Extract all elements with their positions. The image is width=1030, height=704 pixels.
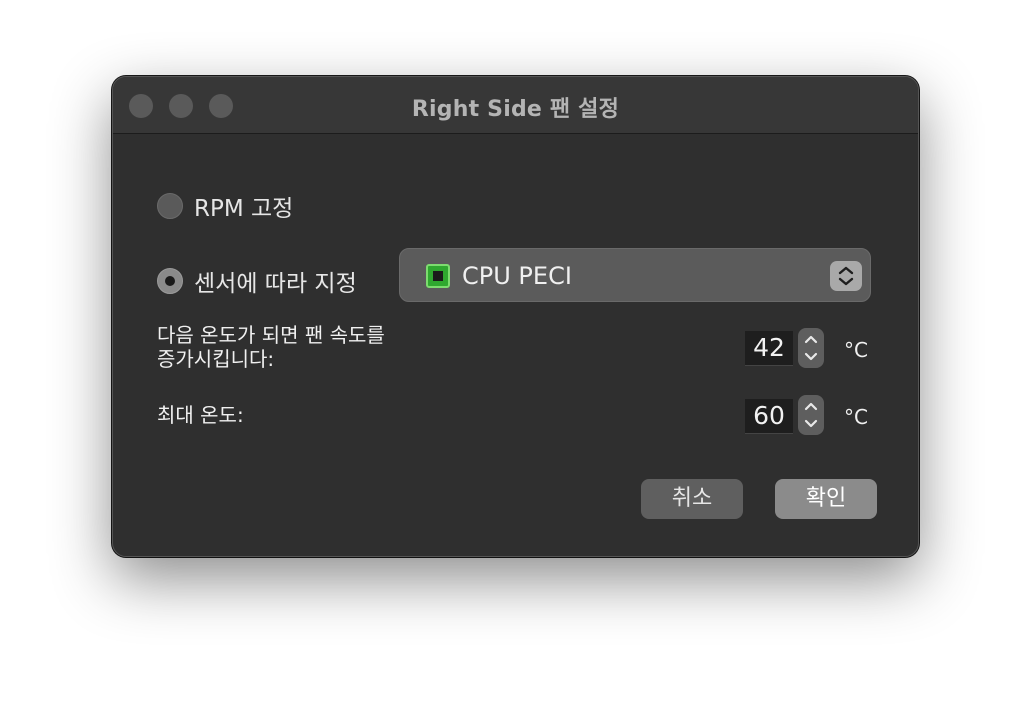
max-temp-stepper[interactable] xyxy=(798,395,824,435)
fan-settings-dialog: Right Side 팬 설정 RPM 고정 센서에 따라 지정 CPU PEC… xyxy=(112,76,919,557)
max-temp-field[interactable]: 60 xyxy=(745,399,793,434)
sensor-select[interactable]: CPU PECI xyxy=(399,248,871,302)
cancel-button[interactable]: 취소 xyxy=(641,479,743,519)
min-temp-label: 다음 온도가 되면 팬 속도를 증가시킵니다: xyxy=(157,323,385,371)
ok-button[interactable]: 확인 xyxy=(775,479,877,519)
fixed-rpm-radio[interactable] xyxy=(157,193,183,219)
cpu-chip-icon xyxy=(426,264,450,288)
radio-selected-dot xyxy=(165,276,175,286)
chevron-updown-icon[interactable] xyxy=(830,261,862,291)
min-temp-stepper[interactable] xyxy=(798,328,824,368)
max-temp-unit: °C xyxy=(844,405,868,429)
sensor-radio[interactable] xyxy=(157,268,183,294)
window-title: Right Side 팬 설정 xyxy=(411,97,620,122)
sensor-select-value: CPU PECI xyxy=(462,262,572,290)
min-temp-field[interactable]: 42 xyxy=(745,331,793,366)
title-bar: Right Side 팬 설정 xyxy=(113,77,918,134)
max-temp-label: 최대 온도: xyxy=(157,403,244,427)
sensor-option[interactable]: 센서에 따라 지정 xyxy=(157,264,357,298)
fixed-rpm-label: RPM 고정 xyxy=(194,196,294,222)
min-temp-label-line1: 다음 온도가 되면 팬 속도를 xyxy=(157,323,385,347)
fixed-rpm-option[interactable]: RPM 고정 xyxy=(157,189,293,223)
min-temp-unit: °C xyxy=(844,338,868,362)
min-temp-label-line2: 증가시킵니다: xyxy=(157,347,275,371)
sensor-label: 센서에 따라 지정 xyxy=(194,271,357,297)
